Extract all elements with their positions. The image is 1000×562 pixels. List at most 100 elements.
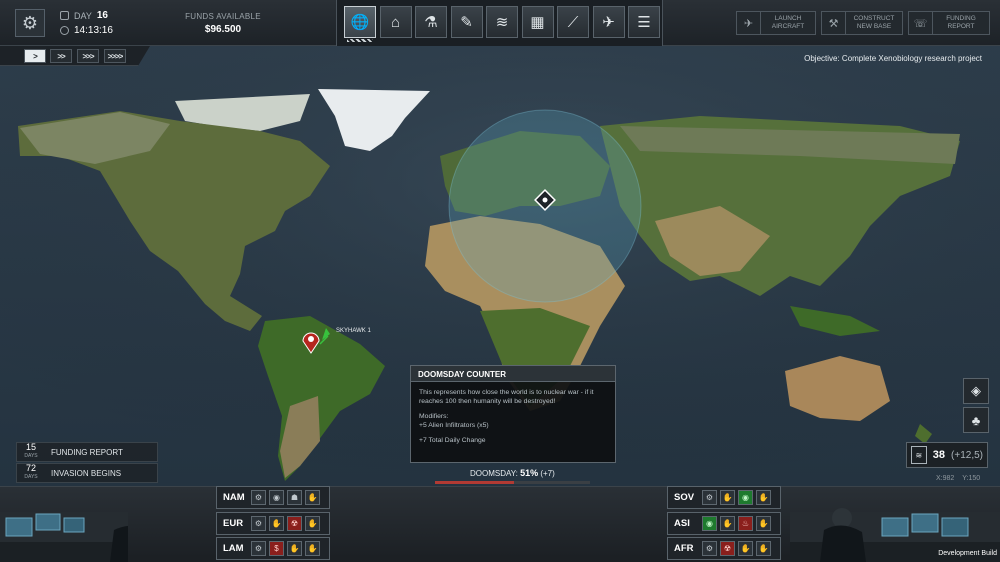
- soldiers-tab[interactable]: ≋: [486, 6, 518, 38]
- region-asi[interactable]: ASI ◉ ✋ ♨ ✋: [667, 511, 781, 535]
- doomsday-tooltip-title: DOOMSDAY COUNTER: [411, 366, 615, 382]
- development-build-label: Development Build: [938, 550, 997, 557]
- region-code: EUR: [223, 517, 244, 529]
- region-status-icon[interactable]: ✋: [269, 515, 284, 531]
- speed-3-button[interactable]: >>>: [77, 49, 99, 63]
- cursor-coordinates: X:982 Y:150: [936, 475, 980, 482]
- region-lam[interactable]: LAM ⚙ $ ✋ ✋: [216, 537, 330, 560]
- region-status-icon[interactable]: ⚙: [702, 541, 717, 556]
- region-code: AFR: [674, 543, 694, 554]
- rifle-icon: ⟋: [567, 13, 579, 31]
- gear-icon: ⚙: [21, 12, 39, 33]
- doomsday-tooltip: DOOMSDAY COUNTER This represents how clo…: [410, 365, 616, 463]
- region-status-icon[interactable]: ◉: [702, 515, 717, 531]
- region-status-icon[interactable]: ✋: [720, 490, 735, 505]
- aircraft-label: SKYHAWK 1: [336, 328, 371, 334]
- region-status-icon[interactable]: $: [269, 541, 284, 556]
- doomsday-label: DOOMSDAY:: [470, 469, 518, 478]
- region-status-icon[interactable]: ⚙: [702, 490, 717, 505]
- day-label: DAY: [74, 10, 92, 21]
- speed-1-button[interactable]: >: [24, 49, 46, 63]
- region-status-icon[interactable]: ✋: [720, 515, 735, 531]
- funds-value: $96.500: [204, 24, 242, 35]
- time-speed-controls: > >> >>> >>>>: [0, 46, 150, 66]
- event-label: FUNDING REPORT: [51, 447, 123, 457]
- radar-icon: ◈: [971, 383, 981, 398]
- radar-toggle-button[interactable]: ◈: [963, 378, 989, 404]
- funding-report-button[interactable]: ☏ FUNDING REPORT: [908, 11, 990, 35]
- speed-2-button[interactable]: >>: [50, 49, 72, 63]
- modifiers-label: Modifiers:: [419, 413, 449, 420]
- clock-icon: [60, 26, 69, 35]
- aircraft-tab[interactable]: ✈: [592, 6, 625, 38]
- day-value: 16: [96, 10, 108, 21]
- geoscape-tab[interactable]: 🌐: [344, 6, 376, 42]
- excavator-icon: ⚒: [822, 12, 846, 34]
- research-tab[interactable]: ⚗: [415, 6, 447, 38]
- doomsday-value: 51%: [520, 468, 539, 478]
- region-afr[interactable]: AFR ⚙ ☢ ✋ ✋: [667, 537, 781, 560]
- left-operator-console: [0, 512, 128, 562]
- region-status-icon[interactable]: ☗: [287, 490, 302, 505]
- modifier-item: +5 Alien Infiltrators (x5): [419, 422, 489, 429]
- region-status-icon[interactable]: ⚙: [251, 515, 266, 531]
- objective-text: Objective: Complete Xenobiology research…: [804, 54, 982, 63]
- construct-base-button[interactable]: ⚒ CONSTRUCT NEW BASE: [821, 11, 903, 35]
- base-tab[interactable]: ⌂: [379, 6, 412, 38]
- nuke-toggle-button[interactable]: ♣: [963, 407, 989, 433]
- region-code: NAM: [223, 492, 245, 503]
- invasion-countdown[interactable]: 72 DAYS INVASION BEGINS: [16, 463, 158, 483]
- doomsday-counter[interactable]: DOOMSDAY: 51% (+7): [470, 468, 555, 478]
- score-display[interactable]: ≋ 38 (+12,5): [906, 442, 988, 468]
- microscope-icon: ⚗: [424, 14, 438, 31]
- engineering-tab[interactable]: ✎: [450, 6, 483, 38]
- region-status-icon[interactable]: ✋: [287, 541, 302, 556]
- funds-label: FUNDS AVAILABLE: [185, 12, 261, 21]
- weapons-tab[interactable]: ⟋: [557, 6, 589, 38]
- region-status-icon[interactable]: ☢: [287, 515, 302, 531]
- region-status-icon[interactable]: ✋: [738, 541, 753, 556]
- mushroom-cloud-icon: ♣: [971, 412, 981, 428]
- time-value: 14:13:16: [74, 25, 113, 36]
- days-unit: DAYS: [24, 474, 38, 480]
- region-status-icon[interactable]: ✋: [756, 515, 771, 531]
- funding-report-countdown[interactable]: 15 DAYS FUNDING REPORT: [16, 442, 158, 462]
- active-tab-indicator: [347, 39, 373, 42]
- region-status-icon[interactable]: ✋: [305, 515, 320, 531]
- region-status-icon[interactable]: ◉: [738, 490, 753, 505]
- region-status-icon[interactable]: ✋: [756, 490, 771, 505]
- cabinet-icon: ☰: [637, 14, 651, 31]
- rank-chevrons-icon: ≋: [495, 14, 509, 31]
- region-status-icon[interactable]: ⚙: [251, 541, 266, 556]
- region-nam[interactable]: NAM ⚙ ◉ ☗ ✋: [216, 486, 330, 509]
- main-nav-tabs: 🌐 ⌂ ⚗ ✎ ≋ ▦ ⟋ ✈ ☰: [336, 0, 663, 46]
- region-status-icon[interactable]: ⚙: [251, 490, 266, 505]
- days-value: 15: [25, 442, 36, 452]
- days-value: 72: [25, 463, 36, 473]
- jet-icon: ✈: [602, 14, 615, 31]
- region-status-icon[interactable]: ♨: [738, 515, 753, 531]
- days-unit: DAYS: [24, 453, 38, 459]
- archive-tab[interactable]: ☰: [628, 6, 660, 38]
- rank-badge-icon: ≋: [911, 446, 927, 464]
- doomsday-bar: [435, 481, 590, 484]
- coord-x: X:982: [936, 475, 955, 482]
- region-eur[interactable]: EUR ⚙ ✋ ☢ ✋: [216, 511, 330, 535]
- hangar-icon: ⌂: [390, 13, 401, 31]
- region-status-icon[interactable]: ✋: [305, 490, 320, 505]
- region-sov[interactable]: SOV ⚙ ✋ ◉ ✋: [667, 486, 781, 509]
- speed-4-button[interactable]: >>>>: [104, 49, 126, 63]
- daily-change-total: +7 Total Daily Change: [419, 437, 486, 444]
- settings-button[interactable]: ⚙: [15, 9, 45, 37]
- construct-base-label: CONSTRUCT NEW BASE: [853, 15, 895, 30]
- region-status-icon[interactable]: ☢: [720, 541, 735, 556]
- time-display: 14:13:16: [60, 25, 113, 36]
- coord-y: Y:150: [962, 475, 981, 482]
- region-status-icon[interactable]: ✋: [305, 541, 320, 556]
- launch-aircraft-button[interactable]: ✈ LAUNCH AIRCRAFT: [736, 11, 816, 35]
- region-status-icon[interactable]: ◉: [269, 490, 284, 505]
- region-status-icon[interactable]: ✋: [756, 541, 771, 556]
- stores-tab[interactable]: ▦: [521, 6, 554, 38]
- region-code: ASI: [674, 517, 690, 529]
- region-code: LAM: [223, 543, 244, 554]
